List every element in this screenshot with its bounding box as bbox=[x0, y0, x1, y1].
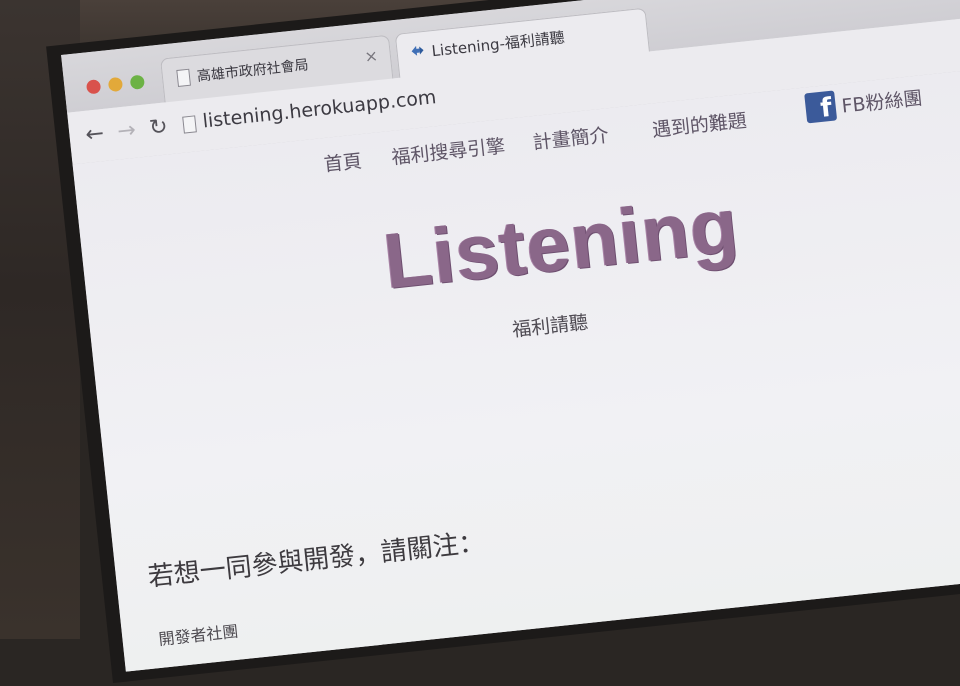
zoom-window-button[interactable] bbox=[129, 74, 146, 90]
projection-screen: 高雄市政府社會局 × Listening-福利請聽 ← → ↻ listenin… bbox=[10, 0, 960, 686]
close-tab-icon[interactable]: × bbox=[364, 46, 379, 66]
facebook-icon: f bbox=[804, 90, 838, 124]
reload-icon[interactable]: ↻ bbox=[148, 114, 169, 141]
nav-link-issues[interactable]: 遇到的難題 bbox=[651, 106, 748, 143]
page-icon bbox=[182, 115, 197, 134]
browser-window: 高雄市政府社會局 × Listening-福利請聽 ← → ↻ listenin… bbox=[61, 0, 960, 672]
arrow-left-icon[interactable]: ← bbox=[84, 121, 105, 148]
nav-link-about[interactable]: 計畫簡介 bbox=[531, 120, 610, 155]
facebook-link-label: FB粉絲團 bbox=[840, 87, 924, 118]
page-content: 首頁 福利搜尋引擎 計畫簡介 遇到的難題 f FB粉絲團 Listening 福… bbox=[72, 58, 960, 672]
close-window-button[interactable] bbox=[85, 79, 102, 95]
site-logo-title: Listening bbox=[379, 180, 743, 306]
developer-community-link[interactable]: 開發者社團 bbox=[157, 618, 240, 650]
nav-link-home[interactable]: 首頁 bbox=[322, 146, 363, 177]
minimize-window-button[interactable] bbox=[107, 76, 124, 93]
join-development-heading: 若想一同參與開發，請關注： bbox=[146, 527, 486, 593]
listening-app-icon bbox=[411, 45, 424, 56]
site-logo-subtitle: 福利請聽 bbox=[511, 311, 590, 342]
document-icon bbox=[176, 68, 191, 87]
arrow-right-icon[interactable]: → bbox=[116, 118, 137, 145]
nav-link-welfare-search[interactable]: 福利搜尋引擎 bbox=[390, 131, 507, 170]
tab-title: 高雄市政府社會局 bbox=[196, 57, 310, 85]
tab-title: Listening-福利請聽 bbox=[430, 28, 566, 61]
